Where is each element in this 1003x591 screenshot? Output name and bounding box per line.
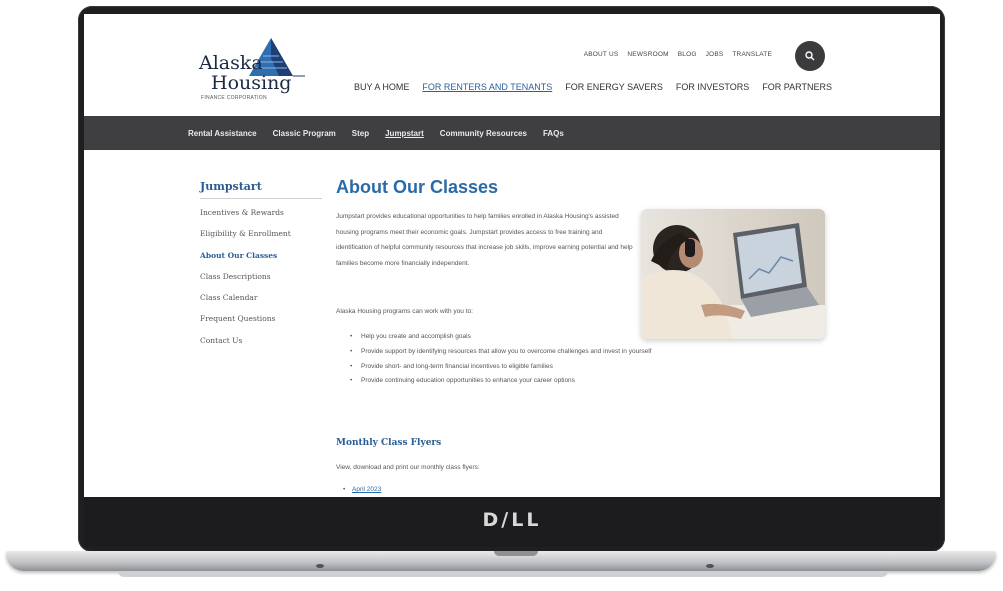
utility-nav: ABOUT US NEWSROOM BLOG JOBS TRANSLATE: [584, 51, 772, 58]
subnav-step[interactable]: Step: [352, 129, 369, 138]
logo-text-housing: Housing: [211, 72, 292, 94]
logo-subtext: FINANCE CORPORATION: [201, 95, 267, 101]
sidebar-item-incentives[interactable]: Incentives & Rewards: [200, 208, 291, 229]
laptop-lid-notch: [494, 551, 538, 556]
util-link-newsroom[interactable]: NEWSROOM: [627, 51, 668, 58]
sidebar-item-class-calendar[interactable]: Class Calendar: [200, 293, 291, 314]
sidebar-menu: Incentives & Rewards Eligibility & Enrol…: [200, 208, 291, 357]
list-item: Provide continuing education opportuniti…: [350, 374, 682, 389]
sidebar-item-eligibility[interactable]: Eligibility & Enrollment: [200, 229, 291, 250]
student-laptop-photo: [641, 209, 825, 339]
subnav-community-resources[interactable]: Community Resources: [440, 129, 527, 138]
laptop-underside: [118, 571, 888, 577]
subnav-rental-assistance[interactable]: Rental Assistance: [188, 129, 257, 138]
list-item: Provide short- and long-term financial i…: [350, 360, 682, 375]
laptop-foot: [316, 564, 324, 568]
screen-bezel-bottom: D∕LL: [84, 497, 940, 547]
intro-paragraph: Jumpstart provides educational opportuni…: [336, 213, 633, 268]
main-nav-investors[interactable]: FOR INVESTORS: [676, 82, 749, 92]
flyers-description: View, download and print our monthly cla…: [336, 464, 480, 471]
main-nav-partners[interactable]: FOR PARTNERS: [762, 82, 832, 92]
util-link-jobs[interactable]: JOBS: [706, 51, 724, 58]
subnav-jumpstart[interactable]: Jumpstart: [385, 129, 424, 138]
laptop-base: [6, 551, 996, 571]
main-nav-renters-and-tenants[interactable]: FOR RENTERS AND TENANTS: [422, 82, 552, 92]
laptop-foot: [706, 564, 714, 568]
subnav-classic-program[interactable]: Classic Program: [273, 129, 336, 138]
subnav-faqs[interactable]: FAQs: [543, 129, 564, 138]
sidebar-item-about-our-classes[interactable]: About Our Classes: [200, 251, 291, 272]
photo-illustration: [641, 209, 825, 339]
site-logo[interactable]: Alaska Housing FINANCE CORPORATION: [199, 32, 309, 101]
main-nav: BUY A HOME FOR RENTERS AND TENANTS FOR E…: [354, 82, 832, 92]
sidebar-item-class-descriptions[interactable]: Class Descriptions: [200, 272, 291, 293]
search-icon: [805, 51, 815, 61]
sidebar-item-frequent-questions[interactable]: Frequent Questions: [200, 314, 291, 335]
sidebar-title[interactable]: Jumpstart: [200, 180, 262, 193]
flyer-link-april-2023[interactable]: April 2023: [343, 486, 381, 493]
benefits-list: Help you create and accomplish goals Pro…: [350, 330, 682, 389]
main-nav-buy-a-home[interactable]: BUY A HOME: [354, 82, 409, 92]
sidebar-item-contact-us[interactable]: Contact Us: [200, 336, 291, 357]
util-link-about-us[interactable]: ABOUT US: [584, 51, 619, 58]
util-link-translate[interactable]: TRANSLATE: [732, 51, 772, 58]
page-title: About Our Classes: [336, 177, 499, 197]
dell-logo: D∕LL: [482, 509, 542, 531]
lead-text: Alaska Housing programs can work with yo…: [336, 308, 473, 315]
list-item: Help you create and accomplish goals: [350, 330, 682, 345]
util-link-blog[interactable]: BLOG: [678, 51, 697, 58]
sidebar-divider: [200, 198, 322, 199]
browser-screen: Alaska Housing FINANCE CORPORATION ABOUT…: [84, 14, 940, 497]
list-item: Provide support by identifying resources…: [350, 345, 682, 360]
logo-text-alaska: Alaska: [199, 52, 263, 74]
search-button[interactable]: [795, 41, 825, 71]
flyers-heading: Monthly Class Flyers: [336, 438, 442, 448]
main-nav-energy-savers[interactable]: FOR ENERGY SAVERS: [565, 82, 663, 92]
section-subnav: Rental Assistance Classic Program Step J…: [84, 116, 940, 150]
